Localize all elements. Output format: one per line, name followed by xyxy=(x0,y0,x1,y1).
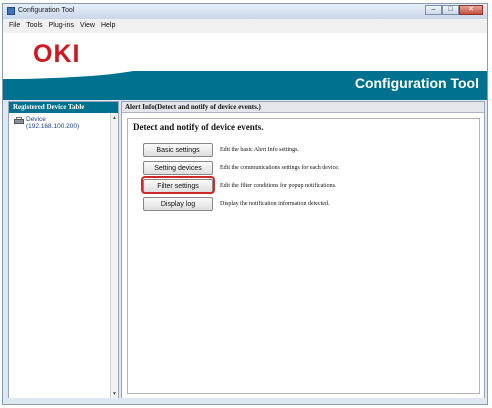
scroll-up-icon[interactable]: ▲ xyxy=(112,115,117,121)
sidebar-scrollbar[interactable]: ▲ ▼ xyxy=(110,113,118,399)
main-pane: Alert Info(Detect and notify of device e… xyxy=(121,101,485,400)
display-log-description: Display the notification information det… xyxy=(220,201,330,207)
sidebar-header: Registered Device Table xyxy=(9,102,118,113)
menu-bar: File Tools Plug-ins View Help xyxy=(3,19,487,33)
setting-devices-description: Edit the communications settings for eac… xyxy=(220,165,340,171)
display-log-button[interactable]: Display log xyxy=(143,197,213,211)
main-header: Alert Info(Detect and notify of device e… xyxy=(122,102,484,113)
section-title: Detect and notify of device events. xyxy=(133,122,264,132)
window-controls: – □ ✕ xyxy=(425,5,483,15)
banner-curve xyxy=(3,63,153,79)
printer-icon xyxy=(14,117,24,125)
device-sidebar: Registered Device Table Device (192.168.… xyxy=(8,101,119,400)
filter-settings-highlight xyxy=(141,176,215,194)
device-tree-item[interactable]: Device (192.168.100.200) xyxy=(14,116,79,130)
device-label: Device (192.168.100.200) xyxy=(26,116,79,130)
menu-tools[interactable]: Tools xyxy=(23,20,45,32)
banner-app-title: Configuration Tool xyxy=(354,75,479,91)
device-name: Device xyxy=(26,116,46,123)
app-window: Configuration Tool – □ ✕ File Tools Plug… xyxy=(2,3,488,405)
title-bar: Configuration Tool – □ ✕ xyxy=(3,4,487,19)
maximize-button[interactable]: □ xyxy=(442,5,459,15)
filter-settings-description: Edit the filter conditions for popup not… xyxy=(220,183,337,189)
device-ip: (192.168.100.200) xyxy=(26,123,80,130)
header-banner: OKI Configuration Tool xyxy=(3,33,487,100)
menu-file[interactable]: File xyxy=(6,20,23,32)
action-row-log: Display log Display the notification inf… xyxy=(143,197,329,211)
basic-settings-description: Edit the basic Alert Info settings. xyxy=(220,147,299,153)
scroll-down-icon[interactable]: ▼ xyxy=(112,391,117,397)
close-button[interactable]: ✕ xyxy=(459,5,483,15)
menu-plugins[interactable]: Plug-ins xyxy=(46,20,77,32)
setting-devices-button[interactable]: Setting devices xyxy=(143,161,213,175)
minimize-button[interactable]: – xyxy=(425,5,442,15)
menu-view[interactable]: View xyxy=(77,20,98,32)
action-row-basic: Basic settings Edit the basic Alert Info… xyxy=(143,143,299,157)
alert-info-panel: Detect and notify of device events. Basi… xyxy=(127,118,480,394)
basic-settings-button[interactable]: Basic settings xyxy=(143,143,213,157)
menu-help[interactable]: Help xyxy=(98,20,118,32)
window-title: Configuration Tool xyxy=(18,7,75,14)
app-icon xyxy=(7,7,15,15)
status-bar xyxy=(3,398,487,404)
action-row-devices: Setting devices Edit the communications … xyxy=(143,161,339,175)
